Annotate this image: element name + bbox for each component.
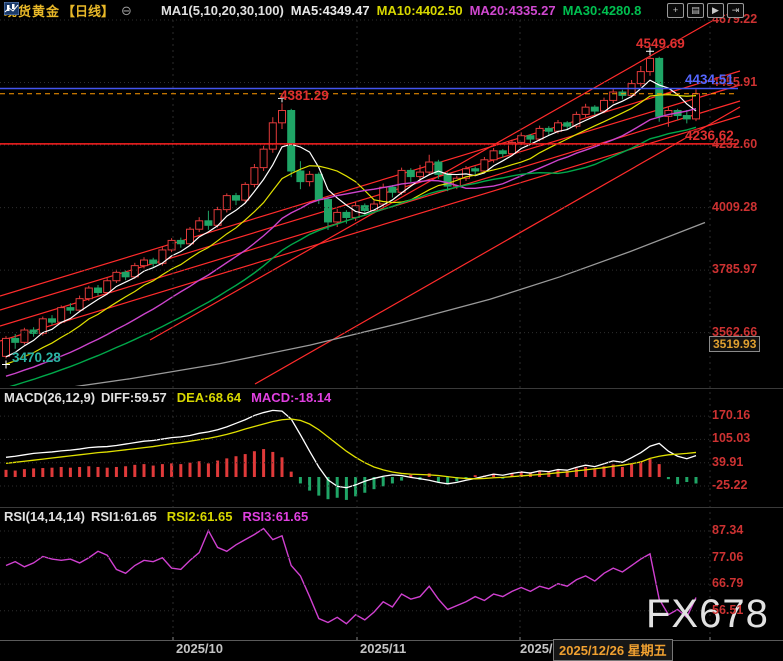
macd-diff-value: DIFF:59.57 [101,390,167,405]
ma20-value: MA20:4335.27 [470,3,556,18]
axis-scale-icon[interactable]: ▤ [687,3,704,18]
macd-header: MACD(26,12,9) DIFF:59.57 DEA:68.64 MACD:… [4,390,331,405]
x-axis-label: 2025/11 [360,641,406,656]
macd-axis-label: 105.03 [712,431,750,445]
rsi2-value: RSI2:61.65 [167,509,233,524]
rsi-title: RSI(14,14,14) [4,509,85,524]
collapse-icon[interactable]: ⊖ [121,3,132,19]
macd-axis-label: -25.22 [712,478,747,492]
rsi-axis-label: 56.51 [712,603,743,617]
price-chart-canvas[interactable] [0,0,783,657]
watermark: FX678 [646,592,769,637]
x-axis-label: 2025/10 [176,641,223,656]
rsi1-value: RSI1:61.65 [91,509,157,524]
macd-axis-label: 39.91 [712,455,743,469]
macd-macd-value: MACD:-18.14 [251,390,331,405]
macd-title: MACD(26,12,9) [4,390,95,405]
price-axis-label: 3785.97 [712,262,757,276]
price-annotation: 4549.69 [636,36,685,51]
rsi-axis-label: 87.34 [712,523,743,537]
price-axis-highlight-label: 3519.93 [709,336,760,352]
price-annotation: 4381.29 [280,88,329,103]
macd-dea-value: DEA:68.64 [177,390,241,405]
panel-separator-macd [0,388,783,389]
price-annotation: 3470.28 [12,350,61,365]
chart-toolbar: +▤▶⇥ [667,3,744,18]
ma-settings-label: MA1(5,10,20,30,100) [161,3,284,18]
chart-header: 现货黄金 【日线】 ⊖ MA1(5,10,20,30,100) MA5:4349… [4,2,641,19]
selected-date-label: 2025/12/26 星期五 [553,639,673,661]
price-annotation: 4236.62 [685,128,734,143]
rsi-axis-label: 77.06 [712,550,743,564]
price-axis-label: 4009.28 [712,200,757,214]
indicator-window-icon[interactable]: ▶ [707,3,724,18]
ma10-value: MA10:4402.50 [377,3,463,18]
chart-style-icon[interactable] [139,4,154,17]
ma30-value: MA30:4280.8 [563,3,642,18]
panel-separator-rsi [0,507,783,508]
period-label: 【日线】 [62,1,114,20]
pan-crosshair-icon[interactable]: + [667,3,684,18]
rsi-header: RSI(14,14,14) RSI1:61.65 RSI2:61.65 RSI3… [4,509,308,524]
jump-to-latest-icon[interactable]: ⇥ [727,3,744,18]
rsi3-value: RSI3:61.65 [242,509,308,524]
chart-window: 现货黄金 【日线】 ⊖ MA1(5,10,20,30,100) MA5:4349… [0,0,783,657]
rsi-axis-label: 66.79 [712,576,743,590]
price-annotation: 4434.51 [685,72,734,87]
macd-axis-label: 170.16 [712,408,750,422]
ma5-value: MA5:4349.47 [291,3,370,18]
